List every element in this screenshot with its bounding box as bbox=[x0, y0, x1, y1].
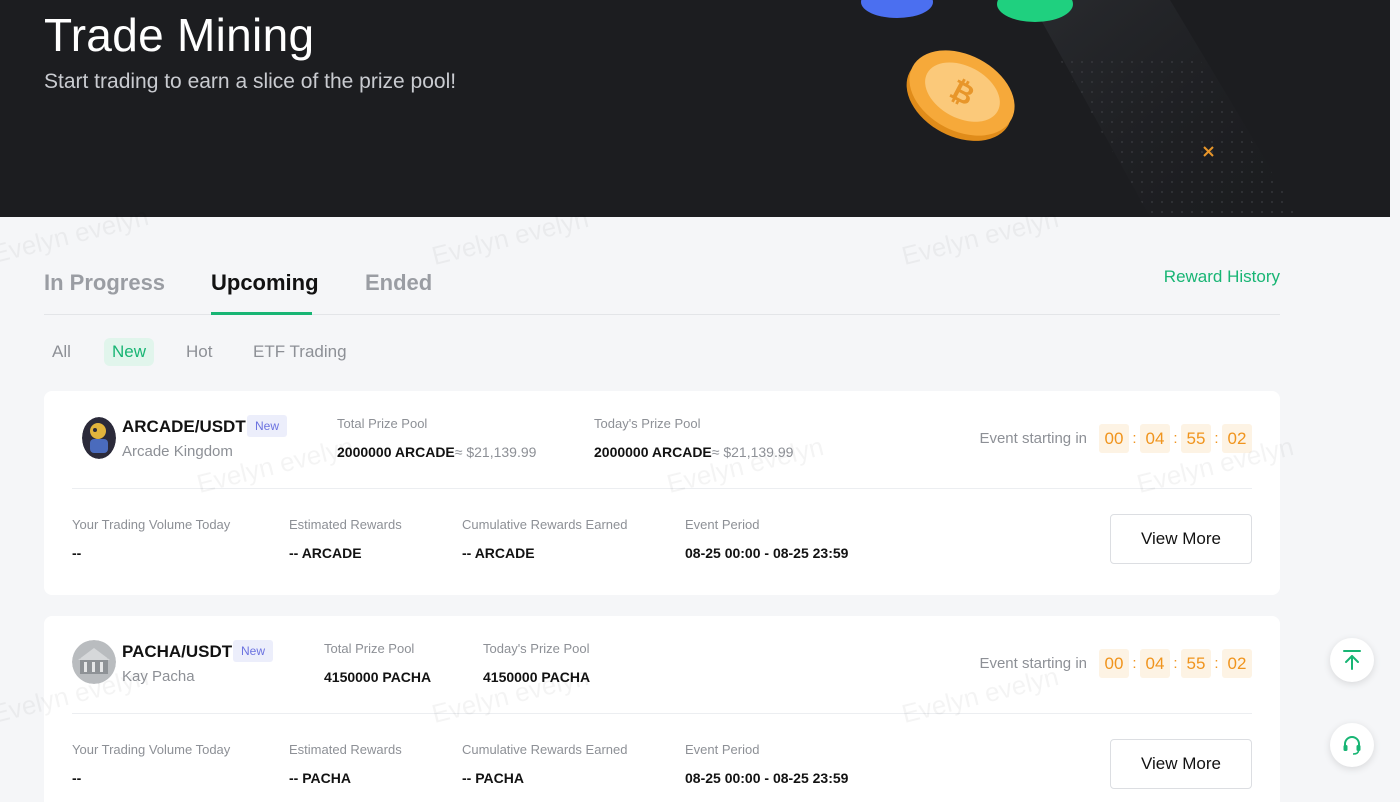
tab-ended[interactable]: Ended bbox=[365, 270, 432, 296]
countdown-separator: : bbox=[1132, 430, 1137, 447]
countdown-seconds: 55 bbox=[1181, 424, 1211, 453]
countdown-separator: : bbox=[1214, 430, 1219, 447]
total-prize-pool-label: Total Prize Pool bbox=[337, 416, 428, 431]
token-logo-pacha bbox=[72, 640, 116, 684]
countdown-hours: 00 bbox=[1099, 424, 1129, 453]
event-starting-label: Event starting in bbox=[979, 655, 1087, 672]
cumulative-rewards-label: Cumulative Rewards Earned bbox=[462, 517, 628, 532]
active-tab-indicator bbox=[211, 312, 312, 315]
countdown-separator: : bbox=[1173, 430, 1178, 447]
cumulative-rewards-label: Cumulative Rewards Earned bbox=[462, 742, 628, 757]
countdown-fraction: 02 bbox=[1222, 649, 1252, 678]
countdown-timer: 00 : 04 : 55 : 02 bbox=[1099, 649, 1252, 679]
filter-hot[interactable]: Hot bbox=[178, 338, 220, 366]
reward-history-link[interactable]: Reward History bbox=[1164, 267, 1280, 287]
filter-all[interactable]: All bbox=[44, 338, 79, 366]
event-period-label: Event Period bbox=[685, 742, 760, 757]
new-badge: New bbox=[233, 640, 274, 662]
event-period-value: 08-25 00:00 - 08-25 23:59 bbox=[685, 545, 849, 561]
trading-volume-value: -- bbox=[72, 545, 82, 561]
countdown-hours: 00 bbox=[1099, 649, 1129, 678]
trading-pair: PACHA/USDT bbox=[122, 642, 233, 661]
estimated-rewards-label: Estimated Rewards bbox=[289, 517, 402, 532]
headset-icon bbox=[1343, 736, 1361, 755]
customer-support-button[interactable] bbox=[1330, 723, 1374, 767]
cumulative-rewards-value: -- PACHA bbox=[462, 770, 524, 786]
tab-in-progress[interactable]: In Progress bbox=[44, 270, 165, 296]
project-name: Kay Pacha bbox=[122, 668, 195, 685]
view-more-button[interactable]: View More bbox=[1110, 514, 1252, 564]
event-starting-label: Event starting in bbox=[979, 430, 1087, 447]
view-more-button[interactable]: View More bbox=[1110, 739, 1252, 789]
countdown-seconds: 55 bbox=[1181, 649, 1211, 678]
trading-pair: ARCADE/USDT bbox=[122, 417, 246, 436]
trading-volume-label: Your Trading Volume Today bbox=[72, 742, 231, 757]
estimated-rewards-value: -- ARCADE bbox=[289, 545, 362, 561]
token-logo-arcade bbox=[82, 417, 116, 459]
estimated-rewards-label: Estimated Rewards bbox=[289, 742, 402, 757]
trading-volume-label: Your Trading Volume Today bbox=[72, 517, 231, 532]
countdown-separator: : bbox=[1214, 655, 1219, 672]
project-name: Arcade Kingdom bbox=[122, 443, 233, 460]
page-subtitle: Start trading to earn a slice of the pri… bbox=[44, 70, 457, 93]
bitcoin-coin-icon: ₿ bbox=[906, 50, 1015, 141]
todays-prize-pool-label: Today's Prize Pool bbox=[483, 641, 590, 656]
todays-prize-pool-value: 2000000 ARCADE≈ $21,139.99 bbox=[594, 444, 794, 460]
tab-upcoming[interactable]: Upcoming bbox=[211, 270, 319, 296]
arrow-up-to-line-icon bbox=[1343, 650, 1361, 670]
page-title: Trade Mining bbox=[44, 9, 315, 61]
filter-new[interactable]: New bbox=[104, 338, 155, 366]
countdown-separator: : bbox=[1173, 655, 1178, 672]
countdown-minutes: 04 bbox=[1140, 424, 1170, 453]
todays-prize-usd: ≈ $21,139.99 bbox=[711, 444, 794, 460]
total-prize-pool-value: 4150000 PACHA bbox=[324, 669, 432, 685]
todays-prize-pool-value: 4150000 PACHA bbox=[483, 669, 591, 685]
event-period-value: 08-25 00:00 - 08-25 23:59 bbox=[685, 770, 849, 786]
countdown-fraction: 02 bbox=[1222, 424, 1252, 453]
trading-volume-value: -- bbox=[72, 770, 82, 786]
countdown-separator: : bbox=[1132, 655, 1137, 672]
blue-coin-icon bbox=[861, 0, 933, 18]
event-card: ARCADE/USDT New Arcade Kingdom Total Pri… bbox=[44, 391, 1280, 595]
status-tabs: In Progress Upcoming Ended Reward Histor… bbox=[44, 258, 1280, 315]
todays-prize-pool-label: Today's Prize Pool bbox=[594, 416, 701, 431]
event-card: PACHA/USDT New Kay Pacha Total Prize Poo… bbox=[44, 616, 1280, 802]
filter-etf-trading[interactable]: ETF Trading bbox=[245, 338, 355, 366]
cumulative-rewards-value: -- ARCADE bbox=[462, 545, 535, 561]
card-divider bbox=[72, 713, 1252, 714]
countdown-timer: 00 : 04 : 55 : 02 bbox=[1099, 424, 1252, 454]
total-prize-pool-label: Total Prize Pool bbox=[324, 641, 415, 656]
card-divider bbox=[72, 488, 1252, 489]
countdown-minutes: 04 bbox=[1140, 649, 1170, 678]
total-prize-pool-value: 2000000 ARCADE≈ $21,139.99 bbox=[337, 444, 537, 460]
total-prize-usd: ≈ $21,139.99 bbox=[454, 444, 537, 460]
hero-banner: ₿ Trade Mining Start trading to earn a s… bbox=[0, 0, 1390, 217]
new-badge: New bbox=[247, 415, 288, 437]
estimated-rewards-value: -- PACHA bbox=[289, 770, 351, 786]
scroll-to-top-button[interactable] bbox=[1330, 638, 1374, 682]
event-period-label: Event Period bbox=[685, 517, 760, 532]
